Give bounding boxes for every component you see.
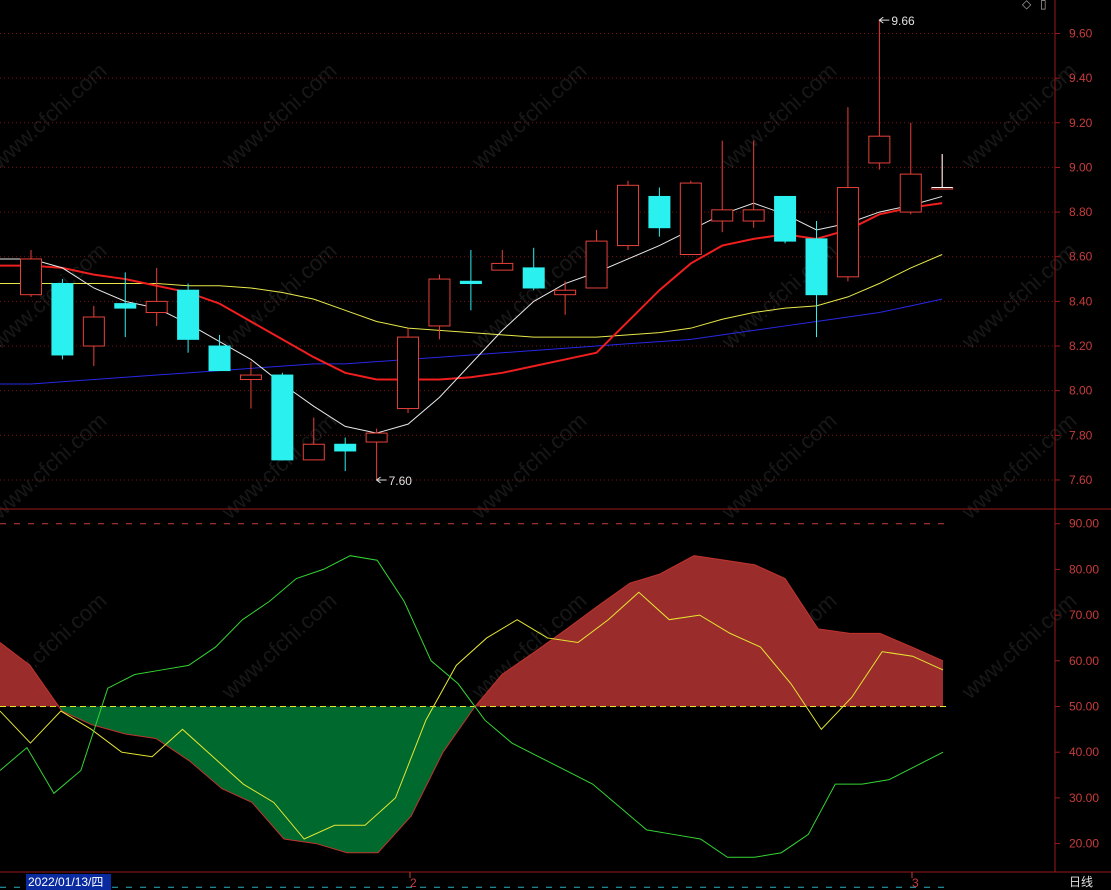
- price-tick-label: 7.60: [1069, 473, 1093, 487]
- positive-area: [818, 628, 850, 707]
- price-tick-label: 7.80: [1069, 428, 1093, 442]
- chart-canvas[interactable]: www.cfchi.com www.cfchi.com www.cfchi.com w…: [0, 0, 1111, 890]
- price-tick-label: 9.60: [1069, 26, 1093, 40]
- candle[interactable]: [271, 372, 294, 461]
- candle-body: [459, 280, 482, 285]
- candle-body: [585, 240, 608, 289]
- positive-area: [694, 555, 725, 707]
- price-tick-label: 9.00: [1069, 160, 1093, 174]
- candle-body: [51, 283, 74, 356]
- candle-body: [334, 443, 357, 452]
- candle-body: [208, 345, 231, 372]
- candle-body: [616, 184, 639, 247]
- candle-body: [239, 374, 262, 381]
- candle-body: [554, 289, 577, 296]
- candle-body: [679, 182, 702, 255]
- indicator-tick-label: 70.00: [1069, 608, 1099, 622]
- candle-body: [774, 195, 797, 242]
- candle-body: [145, 300, 168, 314]
- indicator-tick-label: 20.00: [1069, 837, 1099, 851]
- candle-body: [20, 258, 42, 296]
- candle[interactable]: [397, 328, 420, 414]
- candle[interactable]: [51, 279, 74, 360]
- negative-area: [284, 706, 316, 844]
- indicator-tick-label: 50.00: [1069, 699, 1099, 713]
- candle-body: [397, 336, 420, 410]
- indicator-tick-label: 30.00: [1069, 791, 1099, 805]
- indicator-tick-label: 60.00: [1069, 654, 1099, 668]
- candle-body: [114, 303, 137, 309]
- indicator-tick-label: 40.00: [1069, 745, 1099, 759]
- date-label: 2022/01/13/四: [28, 875, 103, 889]
- annotation-label: 7.60: [389, 474, 413, 488]
- x-tick-label: 2: [410, 876, 417, 890]
- candle-body: [302, 443, 325, 461]
- candle-body: [271, 374, 294, 461]
- candle-body: [522, 267, 545, 289]
- indicator-tick-label: 80.00: [1069, 562, 1099, 576]
- positive-area: [850, 633, 880, 707]
- x-tick-label: 3: [912, 876, 919, 890]
- panel-icon[interactable]: ▯: [1040, 0, 1047, 11]
- negative-area: [125, 706, 156, 739]
- negative-area: [222, 706, 252, 803]
- candle-body: [491, 262, 514, 271]
- negative-area: [347, 706, 378, 853]
- candle[interactable]: [616, 180, 639, 251]
- price-tick-label: 9.40: [1069, 71, 1093, 85]
- candle-body: [868, 135, 891, 164]
- candle-body: [177, 289, 200, 340]
- positive-area: [660, 555, 694, 707]
- price-tick-label: 8.20: [1069, 339, 1093, 353]
- annotation-label: 9.66: [891, 14, 915, 28]
- candle-body: [428, 278, 451, 327]
- diamond-icon[interactable]: ◇: [1022, 0, 1032, 11]
- price-tick-label: 9.20: [1069, 116, 1093, 130]
- candle-body: [711, 209, 734, 222]
- price-tick-label: 8.40: [1069, 294, 1093, 308]
- candle-body: [365, 432, 388, 443]
- positive-area: [755, 564, 785, 707]
- candle[interactable]: [774, 195, 797, 244]
- price-tick-label: 8.60: [1069, 250, 1093, 264]
- price-tick-label: 8.80: [1069, 205, 1093, 219]
- candle[interactable]: [679, 180, 702, 255]
- positive-area: [630, 573, 660, 707]
- period-label[interactable]: 日线: [1069, 875, 1093, 889]
- candle-body: [742, 209, 765, 222]
- indicator-tick-label: 90.00: [1069, 517, 1099, 531]
- price-tick-label: 8.00: [1069, 384, 1093, 398]
- candle-body: [805, 238, 828, 296]
- candle-body: [648, 195, 671, 229]
- candle-body: [82, 316, 105, 347]
- negative-area: [316, 706, 347, 853]
- candle-body: [836, 187, 859, 278]
- candle-body: [899, 173, 922, 213]
